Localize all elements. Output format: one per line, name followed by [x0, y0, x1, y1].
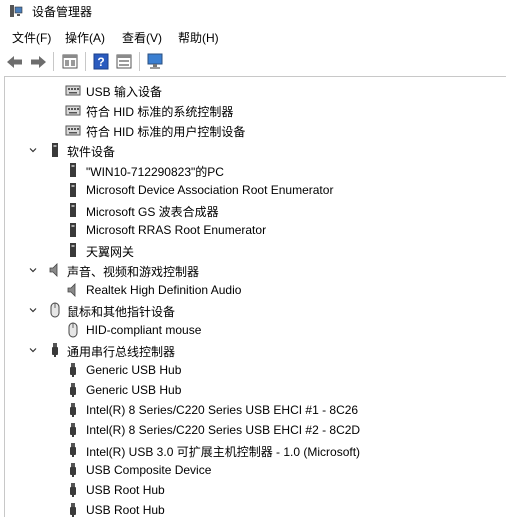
tree-category-software-devices[interactable]: 软件设备 [5, 140, 505, 160]
toolbar-separator [85, 52, 86, 71]
device-tree[interactable]: USB 输入设备 符合 HID 标准的系统控制器 符合 HID 标准的用户控制设… [4, 76, 506, 517]
tree-item-label: USB Root Hub [86, 483, 165, 497]
speaker-icon [67, 283, 76, 297]
toolbar-separator [53, 52, 54, 71]
tree-item-label: Generic USB Hub [86, 383, 182, 397]
toolbar: ? [0, 49, 506, 74]
forward-arrow-icon [31, 55, 46, 68]
view-button[interactable] [113, 51, 135, 72]
tree-item[interactable]: Generic USB Hub [5, 360, 505, 380]
properties-icon [62, 54, 78, 69]
tree-item-label: 符合 HID 标准的系统控制器 [86, 105, 234, 119]
menu-bar: 文件(F) 操作(A) 查看(V) 帮助(H) [0, 26, 506, 46]
tree-item-label: "WIN10-712290823"的PC [86, 165, 224, 179]
software-device-icon [70, 163, 76, 177]
tree-item-label: HID-compliant mouse [86, 323, 202, 337]
usb-icon [70, 423, 76, 437]
software-device-icon [70, 183, 76, 197]
tree-item[interactable]: USB Composite Device [5, 460, 505, 480]
usb-icon [52, 343, 58, 357]
usb-icon [70, 403, 76, 417]
menu-action[interactable]: 操作(A) [63, 28, 107, 47]
tree-category-label: 鼠标和其他指针设备 [67, 305, 176, 319]
scan-hardware-button[interactable] [144, 51, 166, 72]
keyboard-device-icon [65, 125, 81, 136]
tree-item[interactable]: 符合 HID 标准的系统控制器 [5, 100, 505, 120]
tree-item[interactable]: 天翼网关 [5, 240, 505, 260]
usb-icon [70, 463, 76, 477]
tree-item-label: USB 输入设备 [86, 85, 163, 99]
device-manager-icon [10, 5, 23, 17]
usb-icon [70, 443, 76, 457]
mouse-icon [50, 302, 60, 318]
tree-item-label: 天翼网关 [86, 245, 135, 259]
tree-item[interactable]: Realtek High Definition Audio [5, 280, 505, 300]
tree-item-label: Intel(R) 8 Series/C220 Series USB EHCI #… [86, 403, 359, 417]
mouse-icon [68, 322, 78, 338]
menu-help[interactable]: 帮助(H) [176, 28, 221, 47]
tree-item[interactable]: USB Root Hub [5, 480, 505, 500]
menu-view[interactable]: 查看(V) [120, 28, 164, 47]
tree-item[interactable]: Microsoft RRAS Root Enumerator [5, 220, 505, 240]
tree-item[interactable]: Intel(R) USB 3.0 可扩展主机控制器 - 1.0 (Microso… [5, 440, 505, 460]
tree-category-label: 通用串行总线控制器 [67, 345, 176, 359]
usb-icon [70, 363, 76, 377]
software-device-icon [70, 203, 76, 217]
tree-category-usb[interactable]: 通用串行总线控制器 [5, 340, 505, 360]
tree-category-label: 软件设备 [67, 145, 116, 159]
tree-item[interactable]: USB 输入设备 [5, 80, 505, 100]
window-title: 设备管理器 [32, 5, 93, 19]
tree-item[interactable]: Microsoft Device Association Root Enumer… [5, 180, 505, 200]
tree-item[interactable]: USB Root Hub [5, 500, 505, 517]
software-device-icon [70, 243, 76, 257]
properties-button[interactable] [59, 51, 81, 72]
usb-icon [70, 483, 76, 497]
usb-icon [70, 383, 76, 397]
tree-item-label: Microsoft Device Association Root Enumer… [86, 183, 334, 197]
forward-button[interactable] [27, 51, 49, 72]
tree-item-label: Intel(R) 8 Series/C220 Series USB EHCI #… [86, 423, 361, 437]
tree-item[interactable]: "WIN10-712290823"的PC [5, 160, 505, 180]
back-arrow-icon [7, 55, 22, 68]
keyboard-device-icon [65, 85, 81, 96]
monitor-icon [147, 53, 163, 69]
tree-item[interactable]: Generic USB Hub [5, 380, 505, 400]
svg-text:?: ? [97, 55, 104, 69]
chevron-down-icon[interactable] [28, 345, 38, 355]
tree-item-label: Generic USB Hub [86, 363, 182, 377]
tree-item-label: 符合 HID 标准的用户控制设备 [86, 125, 246, 139]
tree-category-label: 声音、视频和游戏控制器 [67, 265, 200, 279]
speaker-icon [49, 263, 58, 277]
tree-item-label: Realtek High Definition Audio [86, 283, 242, 297]
tree-item[interactable]: Intel(R) 8 Series/C220 Series USB EHCI #… [5, 400, 505, 420]
chevron-down-icon[interactable] [28, 145, 38, 155]
tree-item[interactable]: Microsoft GS 波表合成器 [5, 200, 505, 220]
usb-icon [70, 503, 76, 517]
tree-category-sound[interactable]: 声音、视频和游戏控制器 [5, 260, 505, 280]
tree-item[interactable]: 符合 HID 标准的用户控制设备 [5, 120, 505, 140]
tree-item[interactable]: HID-compliant mouse [5, 320, 505, 340]
back-button[interactable] [4, 51, 26, 72]
tree-item-label: USB Composite Device [86, 463, 212, 477]
menu-file[interactable]: 文件(F) [10, 28, 53, 47]
tree-item-label: Intel(R) USB 3.0 可扩展主机控制器 - 1.0 (Microso… [86, 445, 361, 459]
software-device-icon [52, 143, 58, 157]
chevron-down-icon[interactable] [28, 265, 38, 275]
toolbar-separator [139, 52, 140, 71]
help-icon: ? [93, 53, 109, 70]
tree-category-mice[interactable]: 鼠标和其他指针设备 [5, 300, 505, 320]
software-device-icon [70, 223, 76, 237]
view-icon [116, 54, 132, 69]
help-button[interactable]: ? [90, 51, 112, 72]
chevron-down-icon[interactable] [28, 305, 38, 315]
keyboard-device-icon [65, 105, 81, 116]
tree-item-label: Microsoft RRAS Root Enumerator [86, 223, 267, 237]
tree-item-label: USB Root Hub [86, 503, 165, 517]
title-bar: 设备管理器 [0, 0, 506, 22]
tree-item-label: Microsoft GS 波表合成器 [86, 205, 219, 219]
tree-item[interactable]: Intel(R) 8 Series/C220 Series USB EHCI #… [5, 420, 505, 440]
